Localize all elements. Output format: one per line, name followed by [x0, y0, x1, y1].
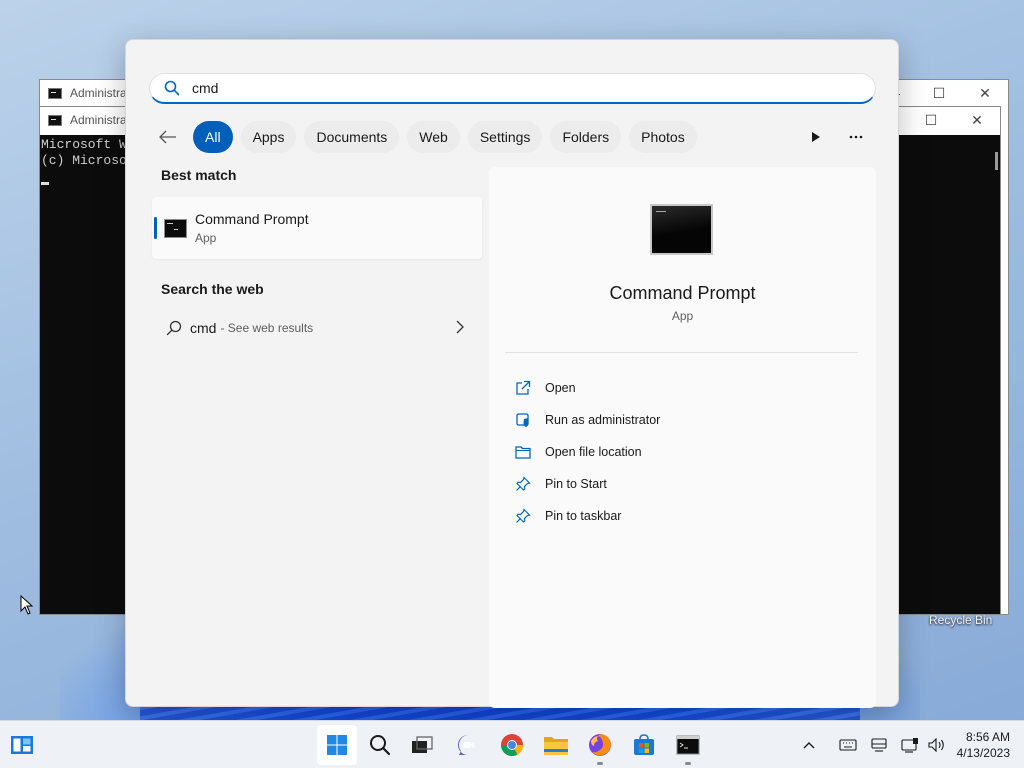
search-box[interactable]: [149, 73, 876, 104]
folder-icon: [515, 446, 531, 459]
display-icon[interactable]: [894, 737, 926, 753]
maximize-icon[interactable]: ☐: [908, 107, 954, 133]
filter-folders[interactable]: Folders: [550, 121, 622, 153]
system-tray: [800, 721, 948, 768]
mouse-pointer-icon: [20, 595, 34, 615]
shield-icon: [516, 413, 529, 427]
clock-date: 4/13/2023: [956, 746, 1010, 760]
action-label: Run as administrator: [545, 413, 661, 427]
filter-bar: All Apps Documents Web Settings Folders …: [156, 121, 876, 153]
action-run-as-admin[interactable]: Run as administrator: [515, 404, 660, 436]
taskbar-search-button[interactable]: [360, 721, 400, 768]
filter-apps[interactable]: Apps: [240, 121, 297, 153]
task-view-icon: [412, 736, 433, 753]
command-prompt-icon: [48, 87, 62, 99]
result-title: Command Prompt: [195, 211, 309, 227]
microsoft-store-button[interactable]: [624, 721, 664, 768]
widgets-icon: [11, 736, 33, 754]
results-list: Best match Command Prompt App Search the…: [152, 167, 482, 343]
chrome-icon: [501, 734, 523, 756]
chevron-right-icon[interactable]: [456, 320, 464, 334]
search-icon: [370, 735, 391, 756]
filter-all[interactable]: All: [193, 121, 233, 153]
search-icon: [166, 320, 182, 336]
widgets-button[interactable]: [2, 721, 42, 768]
command-prompt-taskbar-button[interactable]: [668, 721, 708, 768]
preview-subtitle: App: [671, 309, 694, 323]
close-icon[interactable]: ✕: [954, 107, 1000, 133]
folder-icon: [544, 737, 568, 755]
filter-photos[interactable]: Photos: [629, 121, 697, 153]
firefox-button[interactable]: [580, 721, 620, 768]
file-explorer-button[interactable]: [536, 721, 576, 768]
action-open[interactable]: Open: [515, 372, 660, 404]
scrollbar-thumb[interactable]: [995, 152, 998, 170]
web-search-result[interactable]: cmd - See web results: [152, 313, 482, 343]
store-icon: [634, 734, 654, 755]
task-view-button[interactable]: [402, 721, 442, 768]
back-arrow-icon[interactable]: [156, 125, 180, 149]
preview-pane: Command Prompt App Open Run as administr…: [489, 167, 876, 708]
action-pin-to-start[interactable]: Pin to Start: [515, 468, 660, 500]
clock-time: 8:56 AM: [965, 730, 1010, 744]
keyboard-icon[interactable]: [832, 739, 864, 751]
play-more-filters-icon[interactable]: [796, 131, 836, 143]
filter-documents[interactable]: Documents: [304, 121, 400, 153]
start-search-panel: All Apps Documents Web Settings Folders …: [125, 39, 899, 708]
cmd-window-title: Administra: [70, 113, 127, 127]
pin-icon: [516, 508, 531, 523]
chat-button[interactable]: [448, 721, 488, 768]
recycle-bin-label[interactable]: Recycle Bin: [929, 613, 992, 627]
command-prompt-icon: [650, 204, 713, 255]
chat-icon: [458, 735, 474, 755]
command-prompt-icon: [164, 218, 187, 238]
command-prompt-icon: [676, 735, 700, 755]
command-prompt-icon: [48, 114, 62, 126]
taskbar: 8:56 AM 4/13/2023: [0, 720, 1024, 768]
search-icon: [164, 80, 180, 96]
chrome-button[interactable]: [492, 721, 532, 768]
volume-icon[interactable]: [926, 738, 948, 752]
action-label: Pin to taskbar: [545, 509, 622, 523]
preview-title: Command Prompt: [609, 283, 756, 303]
network-icon[interactable]: [864, 738, 894, 752]
selection-indicator: [154, 217, 157, 239]
search-input[interactable]: [192, 80, 792, 96]
result-subtitle: App: [195, 231, 217, 245]
divider: [505, 352, 858, 353]
windows-logo-icon: [327, 735, 347, 755]
close-icon[interactable]: ✕: [962, 80, 1008, 106]
taskbar-clock[interactable]: 8:56 AM 4/13/2023: [957, 729, 1010, 761]
best-match-heading: Best match: [161, 167, 237, 183]
filter-web[interactable]: Web: [407, 121, 460, 153]
maximize-icon[interactable]: ☐: [916, 80, 962, 106]
action-pin-to-taskbar[interactable]: Pin to taskbar: [515, 500, 660, 532]
action-open-file-location[interactable]: Open file location: [515, 436, 660, 468]
more-options-icon[interactable]: [836, 135, 876, 139]
action-label: Open: [545, 381, 576, 395]
cmd-window-title: Administra: [70, 86, 127, 100]
start-button[interactable]: [317, 725, 357, 765]
console-caret: [41, 182, 49, 185]
web-query: cmd: [190, 320, 217, 336]
preview-actions: Open Run as administrator Open file loca…: [515, 372, 660, 532]
action-label: Pin to Start: [545, 477, 607, 491]
pin-icon: [516, 476, 531, 491]
web-search-heading: Search the web: [161, 281, 264, 297]
open-external-icon: [516, 380, 531, 395]
web-hint: - See web results: [220, 321, 314, 335]
firefox-icon: [589, 734, 611, 756]
best-match-result[interactable]: Command Prompt App: [152, 197, 482, 259]
action-label: Open file location: [545, 445, 642, 459]
filter-settings[interactable]: Settings: [467, 121, 543, 153]
chevron-up-icon[interactable]: [800, 741, 818, 749]
